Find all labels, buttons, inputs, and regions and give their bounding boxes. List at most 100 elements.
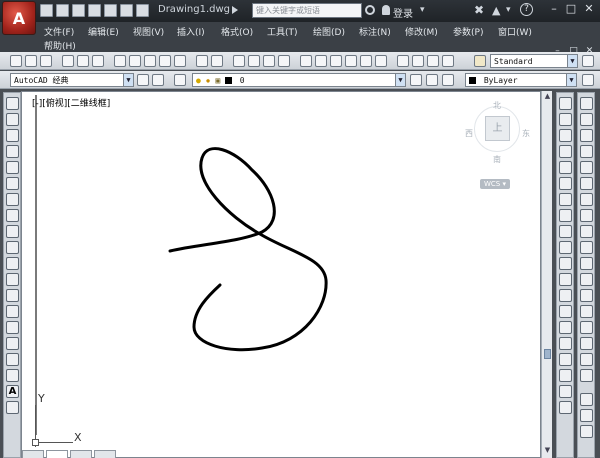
quickcalc-icon[interactable] — [375, 55, 387, 67]
cut-icon[interactable] — [114, 55, 126, 67]
search-icon[interactable] — [365, 5, 375, 15]
plot-icon[interactable] — [104, 4, 117, 17]
design-center-icon[interactable] — [315, 55, 327, 67]
gradient-icon[interactable] — [6, 337, 19, 350]
properties-icon[interactable] — [300, 55, 312, 67]
revision-cloud-icon[interactable] — [6, 209, 19, 222]
line-icon[interactable] — [6, 97, 19, 110]
linetype-icon[interactable] — [582, 74, 594, 86]
maximize-button[interactable]: □ — [563, 2, 579, 16]
redo-icon[interactable] — [136, 4, 149, 17]
chamfer-icon[interactable] — [580, 321, 593, 334]
radius-icon[interactable] — [559, 161, 572, 174]
copy-object-icon[interactable] — [580, 113, 593, 126]
menu-help[interactable]: 帮助(H) — [44, 39, 76, 52]
break-at-point-icon[interactable] — [580, 273, 593, 286]
insert-block-icon[interactable] — [6, 273, 19, 286]
circle-icon[interactable] — [6, 193, 19, 206]
make-block-icon[interactable] — [6, 289, 19, 302]
block-editor-icon[interactable] — [174, 55, 186, 67]
tab-layout1[interactable] — [70, 450, 92, 458]
hatch-icon[interactable] — [6, 321, 19, 334]
vertical-scrollbar[interactable]: ▲ ▼ — [541, 91, 552, 458]
dimension-break-icon[interactable] — [559, 289, 572, 302]
menu-view[interactable]: 视图(V) — [133, 25, 164, 38]
paste-icon[interactable] — [144, 55, 156, 67]
layer-properties-icon[interactable] — [174, 74, 186, 86]
jogged-icon[interactable] — [559, 177, 572, 190]
make-current-layer-icon[interactable] — [410, 74, 422, 86]
chevron-down-icon[interactable]: ▾ — [420, 5, 425, 15]
viewcube-north[interactable]: 北 — [493, 100, 501, 111]
mirror-icon[interactable] — [580, 129, 593, 142]
jogged-linear-icon[interactable] — [559, 353, 572, 366]
drawing-area[interactable]: [-][俯视][二维线框] 上 北 南 西 东 WCS ▾ Y X — [21, 91, 541, 458]
match-properties-icon[interactable] — [159, 55, 171, 67]
viewcube-top-face[interactable]: 上 — [485, 116, 510, 141]
quick-dimension-icon[interactable] — [559, 225, 572, 238]
region-icon[interactable] — [6, 353, 19, 366]
copy-icon[interactable] — [129, 55, 141, 67]
dimension-space-icon[interactable] — [559, 273, 572, 286]
menu-modify[interactable]: 修改(M) — [405, 25, 438, 38]
dimension-text-edit-icon[interactable] — [559, 385, 572, 398]
polyline-icon[interactable] — [6, 129, 19, 142]
menu-dimension[interactable]: 标注(N) — [359, 25, 391, 38]
baseline-icon[interactable] — [559, 241, 572, 254]
tab-layout2[interactable] — [94, 450, 116, 458]
offset-icon[interactable] — [580, 145, 593, 158]
open-file-icon[interactable] — [56, 4, 69, 17]
text-style-icon[interactable] — [412, 55, 424, 67]
minimize-button[interactable]: – — [546, 2, 562, 16]
chevron-down-icon[interactable]: ▾ — [506, 5, 511, 15]
fillet-icon[interactable] — [580, 337, 593, 350]
add-selected-icon[interactable] — [6, 401, 19, 414]
workspace-settings-icon[interactable] — [137, 74, 149, 86]
plot-icon[interactable] — [62, 55, 74, 67]
color-select[interactable]: ByLayer ▼ — [465, 73, 577, 87]
publish-icon[interactable] — [92, 55, 104, 67]
exchange-icon[interactable]: ✖ — [474, 3, 484, 17]
point-icon[interactable] — [6, 305, 19, 318]
login-button[interactable]: 登录 — [393, 5, 413, 20]
undo-icon[interactable] — [120, 4, 133, 17]
spline-icon[interactable] — [6, 225, 19, 238]
erase-icon[interactable] — [580, 97, 593, 110]
dimension-update-icon[interactable] — [559, 401, 572, 414]
markup-icon[interactable] — [360, 55, 372, 67]
scroll-thumb[interactable] — [544, 349, 551, 359]
rotate-icon[interactable] — [580, 193, 593, 206]
layer-select[interactable]: ● ✹ ▣ 0 ▼ — [192, 73, 406, 87]
ellipse-arc-icon[interactable] — [6, 257, 19, 270]
dimension-edit-icon[interactable] — [559, 369, 572, 382]
menu-file[interactable]: 文件(F) — [44, 25, 74, 38]
tab-nav-buttons[interactable] — [22, 450, 44, 458]
open-icon[interactable] — [25, 55, 37, 67]
help-search-input[interactable]: 键入关键字或短语 — [252, 3, 362, 18]
continue-icon[interactable] — [559, 257, 572, 270]
menu-insert[interactable]: 插入(I) — [177, 25, 205, 38]
scroll-down-icon[interactable]: ▼ — [543, 446, 552, 455]
menu-parametric[interactable]: 参数(P) — [453, 25, 483, 38]
save-as-icon[interactable] — [88, 4, 101, 17]
multiline-text-icon[interactable]: A — [6, 385, 19, 398]
menu-tools[interactable]: 工具(T) — [267, 25, 298, 38]
table-style-icon[interactable] — [442, 55, 454, 67]
arc-length-icon[interactable] — [559, 129, 572, 142]
rectangle-icon[interactable] — [6, 161, 19, 174]
close-button[interactable]: ✕ — [581, 2, 597, 16]
zoom-previous-icon[interactable] — [278, 55, 290, 67]
scale-icon[interactable] — [580, 209, 593, 222]
plot-preview-icon[interactable] — [77, 55, 89, 67]
layer-previous-icon[interactable] — [426, 74, 438, 86]
viewcube-west[interactable]: 西 — [465, 128, 473, 139]
zoom-window-icon[interactable] — [263, 55, 275, 67]
break-icon[interactable] — [580, 289, 593, 302]
help-button[interactable]: ? — [520, 3, 533, 16]
redo-icon[interactable] — [211, 55, 223, 67]
dim-style-manager-icon[interactable] — [582, 55, 594, 67]
tab-model[interactable] — [46, 450, 68, 458]
trim-icon[interactable] — [580, 241, 593, 254]
undo-icon[interactable] — [196, 55, 208, 67]
wcs-menu-button[interactable]: WCS ▾ — [480, 179, 510, 189]
